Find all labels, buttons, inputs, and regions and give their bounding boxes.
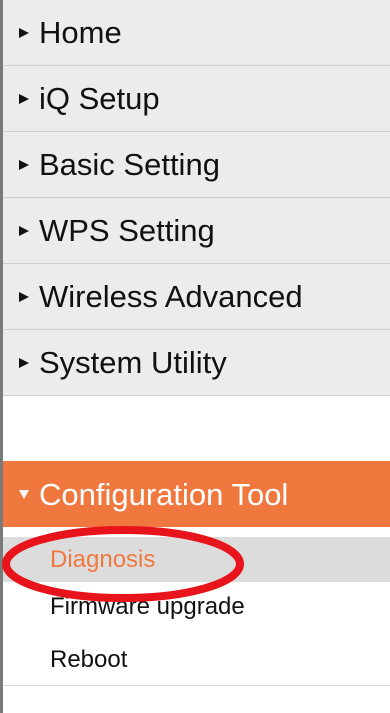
triangle-right-icon — [3, 291, 39, 303]
submenu-item-firmware-upgrade[interactable]: Firmware upgrade — [3, 584, 390, 629]
menu-item-configuration-tool[interactable]: Configuration Tool — [3, 461, 390, 527]
menu-item-wireless-advanced[interactable]: Wireless Advanced — [3, 264, 390, 330]
menu-item-label: WPS Setting — [39, 213, 215, 248]
triangle-right-icon — [3, 27, 39, 39]
triangle-right-icon — [3, 93, 39, 105]
sidebar-menu: Home iQ Setup Basic Setting WPS Setting … — [0, 0, 390, 713]
menu-item-label: Wireless Advanced — [39, 279, 303, 314]
menu-item-label: Basic Setting — [39, 147, 220, 182]
triangle-right-icon — [3, 357, 39, 369]
triangle-right-icon — [3, 225, 39, 237]
menu-item-wps-setting[interactable]: WPS Setting — [3, 198, 390, 264]
menu-item-iq-setup[interactable]: iQ Setup — [3, 66, 390, 132]
triangle-down-icon — [3, 488, 39, 500]
menu-item-basic-setting[interactable]: Basic Setting — [3, 132, 390, 198]
menu-item-system-utility[interactable]: System Utility — [3, 330, 390, 396]
menu-item-label: Configuration Tool — [39, 476, 289, 512]
submenu-item-label: Diagnosis — [50, 545, 156, 573]
submenu-item-label: Reboot — [50, 645, 128, 673]
menu-item-label: System Utility — [39, 345, 227, 380]
menu-bottom-divider — [3, 685, 390, 686]
menu-item-label: Home — [39, 15, 122, 50]
menu-item-home[interactable]: Home — [3, 0, 390, 66]
submenu-item-diagnosis[interactable]: Diagnosis — [3, 537, 390, 582]
submenu-item-label: Firmware upgrade — [50, 592, 245, 620]
menu-item-label: iQ Setup — [39, 81, 160, 116]
submenu-item-reboot[interactable]: Reboot — [3, 637, 390, 682]
triangle-right-icon — [3, 159, 39, 171]
